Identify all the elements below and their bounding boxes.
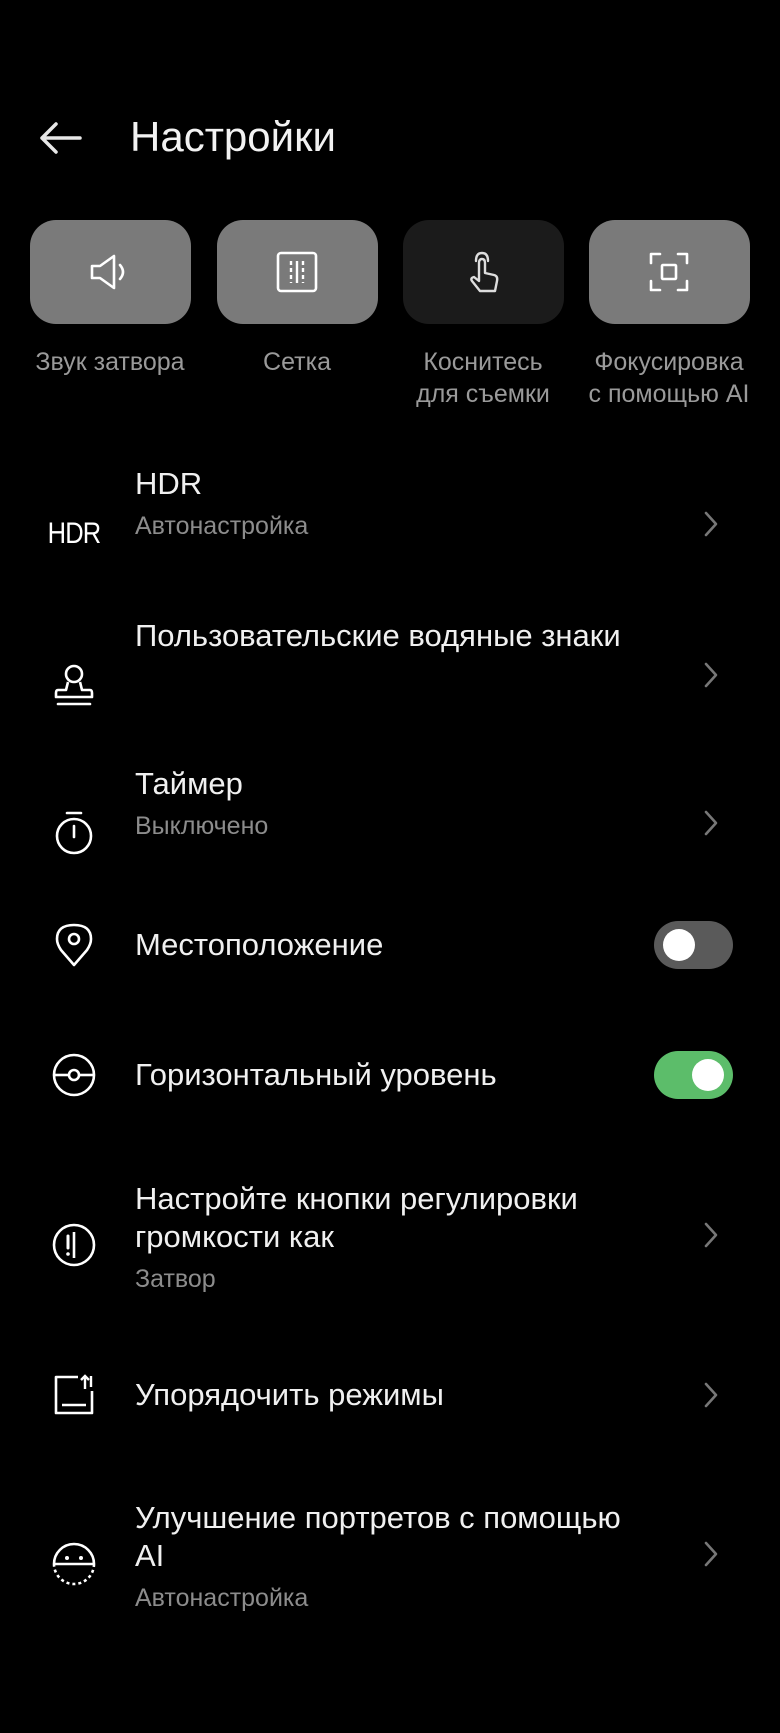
grid-label: Сетка [263,348,331,376]
setting-title: Упорядочить режимы [135,1377,444,1412]
ai-focus-button[interactable]: Фокусировка с помощью AI [576,220,762,410]
speaker-icon [90,254,125,290]
toggle-knob [692,1059,724,1091]
chevron-right-icon [696,1534,726,1574]
setting-arrange-modes[interactable]: Упорядочить режимы [0,1365,780,1425]
volume-key-icon [38,1215,110,1275]
chevron-right-icon [696,655,726,695]
setting-value: Автонастройка [135,512,309,540]
level-icon [38,1045,110,1105]
quick-settings: Звук затвора Сетка Коснитесь для съемки [0,220,780,420]
location-pin-icon [38,915,110,975]
grid-icon [276,251,318,293]
setting-watermarks[interactable]: Пользовательские водяные знаки [0,612,780,706]
ai-focus-label: Фокусировка с помощью AI [588,348,750,408]
back-button[interactable] [30,108,90,168]
focus-icon [649,252,689,292]
timer-icon [38,803,110,863]
toggle-knob [663,929,695,961]
grid-button[interactable]: Сетка [204,220,390,378]
setting-value: Затвор [135,1265,216,1293]
hdr-icon: HDR [47,517,102,550]
shutter-sound-button[interactable]: Звук затвора [17,220,203,378]
top-bar: Настройки [0,0,780,200]
setting-horizontal-level[interactable]: Горизонтальный уровень [0,1045,780,1105]
ai-focus-tile[interactable] [588,220,750,324]
setting-title: Таймер [135,766,243,801]
setting-location[interactable]: Местоположение [0,915,780,975]
reorder-icon [38,1365,110,1425]
setting-title: Пользовательские водяные знаки [135,618,621,653]
touch-capture-label: Коснитесь для съемки [416,348,550,408]
chevron-right-icon [696,504,726,544]
chevron-right-icon [696,803,726,843]
face-icon [38,1534,110,1594]
shutter-sound-label: Звук затвора [35,348,185,376]
touch-capture-button[interactable]: Коснитесь для съемки [390,220,576,410]
setting-title: Настройте кнопки регулировки громкости к… [135,1181,578,1254]
shutter-sound-tile[interactable] [29,220,191,324]
stamp-icon [38,655,110,715]
setting-timer[interactable]: Таймер Выключено [0,760,780,860]
touch-icon [470,251,499,293]
horizontal-level-toggle[interactable] [654,1051,733,1099]
setting-title: Местоположение [135,927,384,962]
setting-hdr[interactable]: HDR HDR Автонастройка [0,460,780,560]
setting-ai-portrait[interactable]: Улучшение портретов с помощью AI Автонас… [0,1494,780,1629]
setting-title: HDR [135,466,203,501]
grid-tile[interactable] [216,220,378,324]
chevron-right-icon [696,1375,726,1415]
arrow-left-icon [40,122,82,154]
setting-title: Улучшение портретов с помощью AI [135,1500,621,1573]
page-title: Настройки [130,113,336,160]
setting-title: Горизонтальный уровень [135,1057,497,1092]
setting-value: Выключено [135,812,269,840]
setting-volume-buttons[interactable]: Настройте кнопки регулировки громкости к… [0,1175,780,1310]
location-toggle[interactable] [654,921,733,969]
touch-capture-tile[interactable] [402,220,564,324]
chevron-right-icon [696,1215,726,1255]
setting-value: Автонастройка [135,1584,309,1612]
